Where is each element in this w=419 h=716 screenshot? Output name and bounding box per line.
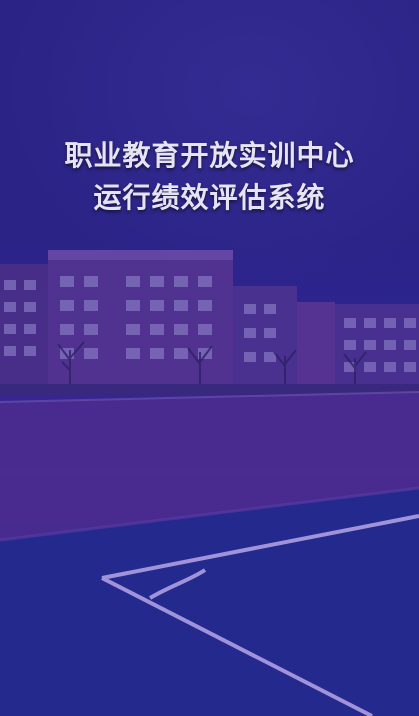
splash-screen: 职业教育开放实训中心 运行绩效评估系统: [0, 0, 419, 716]
app-title-line-2: 运行绩效评估系统: [93, 181, 326, 214]
campus-background-image: [0, 250, 419, 716]
school-buildings: [0, 250, 419, 396]
app-title-line-1: 职业教育开放实训中心: [64, 139, 355, 172]
